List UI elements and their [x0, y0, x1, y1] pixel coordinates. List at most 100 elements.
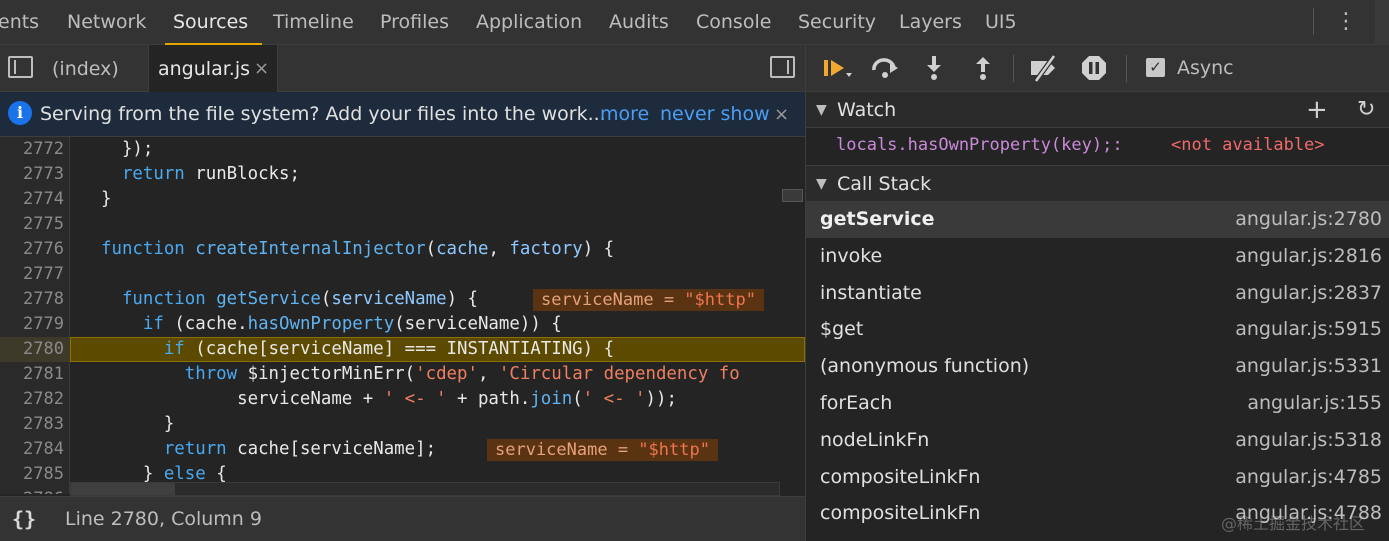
- call-stack-title: Call Stack: [837, 173, 932, 195]
- horizontal-scrollbar-thumb[interactable]: [71, 483, 175, 495]
- code-line: return cache[serviceName];: [163, 439, 437, 459]
- debugger-sidebar: ✓ Async ▼ Watch + ↻ locals.hasOwnPropert…: [806, 45, 1389, 541]
- tab-elements[interactable]: ents: [0, 0, 39, 45]
- line-number[interactable]: 2782: [0, 387, 64, 412]
- tab-network[interactable]: Network: [67, 0, 146, 45]
- editor-status-bar: {} Line 2780, Column 9: [0, 496, 805, 541]
- call-stack-frame[interactable]: compositeLinkFn angular.js:4785: [806, 459, 1389, 496]
- frame-location-link[interactable]: angular.js:5318: [1235, 422, 1382, 459]
- frame-location-link[interactable]: angular.js:2816: [1235, 238, 1382, 275]
- call-stack-frame[interactable]: nodeLinkFn angular.js:5318: [806, 422, 1389, 459]
- tab-sources[interactable]: Sources: [164, 0, 263, 45]
- frame-function-name: compositeLinkFn: [820, 465, 981, 488]
- line-number[interactable]: 2779: [0, 312, 64, 337]
- frame-function-name: getService: [820, 208, 935, 230]
- frame-function-name: forEach: [820, 392, 893, 414]
- async-label: Async: [1177, 57, 1234, 79]
- watch-expression[interactable]: locals.hasOwnProperty(key);:: [836, 128, 1123, 162]
- frame-function-name: $get: [820, 318, 864, 341]
- line-number[interactable]: 2776: [0, 237, 64, 262]
- infobar-never-show-link[interactable]: never show: [660, 92, 770, 137]
- code-line: throw $injectorMinErr('cdep', 'Circular …: [184, 364, 740, 384]
- deactivate-breakpoints-icon[interactable]: [1028, 53, 1060, 83]
- line-number[interactable]: 2781: [0, 362, 64, 387]
- close-tab-icon[interactable]: ×: [254, 45, 269, 93]
- infobar-close-icon[interactable]: ×: [774, 92, 789, 137]
- pause-on-exceptions-icon[interactable]: [1078, 53, 1110, 83]
- tab-application[interactable]: Application: [476, 0, 582, 45]
- line-number[interactable]: 2775: [0, 212, 64, 237]
- code-line: if (cache.hasOwnProperty(serviceName)) {: [142, 314, 562, 334]
- tab-console[interactable]: Console: [696, 0, 771, 45]
- tab-layers[interactable]: Layers: [899, 0, 962, 45]
- frame-function-name: invoke: [820, 244, 883, 267]
- pretty-print-button[interactable]: {}: [12, 497, 36, 541]
- toolbar-edge: [1375, 0, 1389, 45]
- vertical-scrollbar-thumb[interactable]: [782, 189, 803, 202]
- horizontal-scrollbar[interactable]: [70, 482, 780, 496]
- tab-timeline[interactable]: Timeline: [273, 0, 354, 45]
- expand-triangle-icon: ▼: [816, 102, 827, 118]
- line-number[interactable]: 2784: [0, 437, 64, 462]
- toggle-navigator-icon[interactable]: [8, 56, 33, 78]
- add-watch-icon[interactable]: +: [1306, 92, 1328, 128]
- frame-function-name: nodeLinkFn: [820, 428, 930, 451]
- frame-location-link[interactable]: angular.js:5331: [1235, 348, 1382, 385]
- frame-location-link[interactable]: angular.js:2780: [1235, 201, 1382, 238]
- tab-ui5[interactable]: UI5: [985, 0, 1017, 45]
- call-stack-frame[interactable]: (anonymous function) angular.js:5331: [806, 348, 1389, 385]
- tab-profiles[interactable]: Profiles: [380, 0, 449, 45]
- call-stack-frame[interactable]: invoke angular.js:2816: [806, 238, 1389, 275]
- code-line: });: [101, 139, 154, 159]
- line-number[interactable]: 2772: [0, 137, 64, 162]
- call-stack-frame[interactable]: getService angular.js:2780: [806, 201, 1389, 238]
- step-out-icon[interactable]: [967, 53, 999, 83]
- file-tab-label: angular.js: [158, 58, 250, 80]
- call-stack-frame[interactable]: forEach angular.js:155: [806, 385, 1389, 422]
- editor-pane: (index) angular.js × i Serving from the …: [0, 45, 805, 541]
- line-number[interactable]: 2777: [0, 262, 64, 287]
- infobar-message: Serving from the file system? Add your f…: [40, 103, 606, 125]
- call-stack-frame[interactable]: $get angular.js:5915: [806, 311, 1389, 348]
- refresh-icon[interactable]: ↻: [1357, 92, 1375, 128]
- step-over-icon[interactable]: [869, 53, 901, 83]
- file-tab-bar: (index) angular.js ×: [0, 45, 805, 93]
- frame-location-link[interactable]: angular.js:4785: [1235, 459, 1382, 496]
- code-line: }: [101, 189, 112, 209]
- tab-security[interactable]: Security: [798, 0, 876, 45]
- code-editor[interactable]: 2772 2773 2774 2775 2776 2777 2778 2779 …: [0, 137, 805, 494]
- frame-function-name: compositeLinkFn: [820, 502, 981, 525]
- inline-variable-value: serviceName = "$http": [533, 289, 764, 311]
- file-tab-index[interactable]: (index): [52, 45, 119, 92]
- step-into-icon[interactable]: [918, 53, 950, 83]
- line-number[interactable]: 2778: [0, 287, 64, 312]
- cursor-position: Line 2780, Column 9: [65, 508, 262, 530]
- watch-section-header[interactable]: ▼ Watch + ↻: [806, 92, 1389, 128]
- code-line: function getService(serviceName) {: [121, 289, 478, 309]
- inline-variable-value: serviceName = "$http": [487, 439, 718, 461]
- async-checkbox[interactable]: ✓: [1146, 58, 1165, 77]
- resume-icon[interactable]: [820, 53, 852, 83]
- tab-audits[interactable]: Audits: [609, 0, 669, 45]
- call-stack-section-header[interactable]: ▼ Call Stack: [806, 166, 1389, 202]
- code-line: return runBlocks;: [121, 164, 300, 184]
- line-number[interactable]: 2773: [0, 162, 64, 187]
- line-number[interactable]: 2783: [0, 412, 64, 437]
- line-number[interactable]: 2785: [0, 462, 64, 487]
- infobar-more-link[interactable]: more: [600, 92, 649, 137]
- line-number[interactable]: 2780: [0, 337, 64, 362]
- frame-location-link[interactable]: angular.js:155: [1247, 385, 1382, 422]
- watermark: @稀土掘金技术社区: [1221, 514, 1366, 533]
- watch-expression-row[interactable]: locals.hasOwnProperty(key);: <not availa…: [806, 128, 1389, 166]
- toggle-debugger-icon[interactable]: [770, 56, 795, 78]
- frame-location-link[interactable]: angular.js:2837: [1235, 275, 1382, 312]
- toolbar-separator: [1013, 55, 1014, 82]
- toolbar-separator: [1126, 55, 1127, 82]
- call-stack-frame[interactable]: instantiate angular.js:2837: [806, 275, 1389, 312]
- frame-location-link[interactable]: angular.js:5915: [1235, 311, 1382, 348]
- line-number[interactable]: 2786: [0, 487, 64, 494]
- code-line: }: [101, 414, 175, 434]
- line-number[interactable]: 2774: [0, 187, 64, 212]
- more-options-icon[interactable]: ⋮: [1335, 8, 1357, 36]
- code-line: function createInternalInjector(cache, f…: [101, 239, 615, 259]
